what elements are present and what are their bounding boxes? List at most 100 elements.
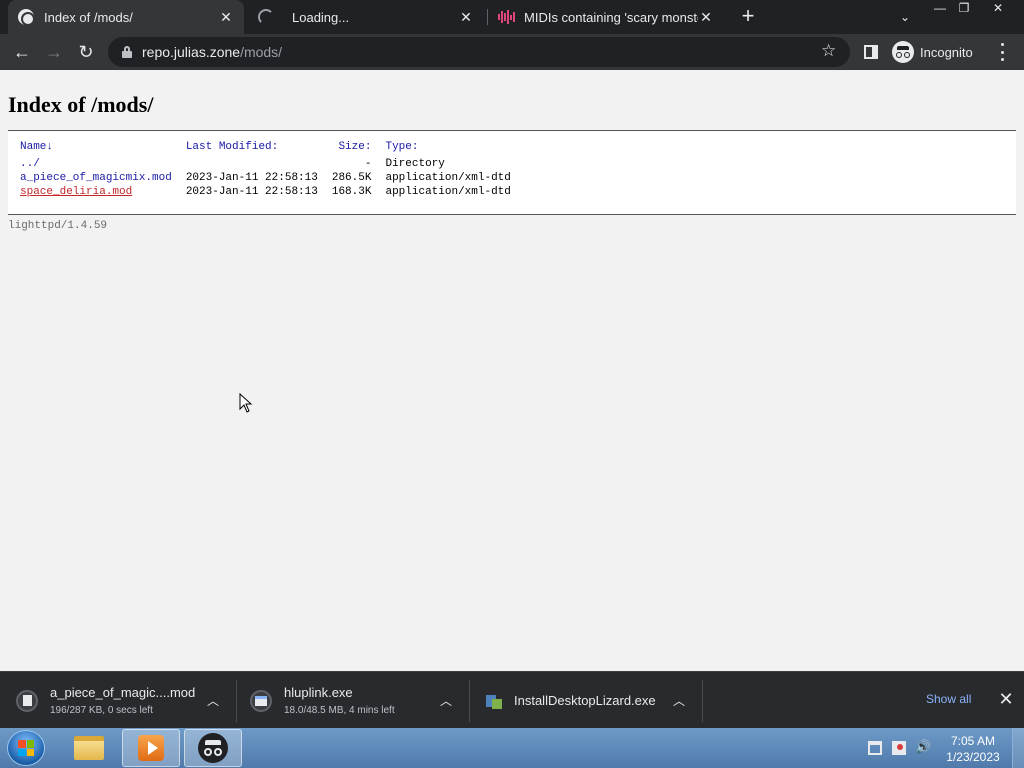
- forward-button[interactable]: →: [40, 38, 68, 66]
- server-signature: lighttpd/1.4.59: [8, 220, 108, 232]
- page-title: Index of /mods/: [8, 92, 154, 117]
- download-item[interactable]: InstallDesktopLizard.exe: [486, 672, 656, 729]
- close-window-button[interactable]: ✕: [986, 0, 1010, 18]
- reload-icon: ↻: [78, 41, 94, 62]
- reload-button[interactable]: ↻: [72, 38, 100, 66]
- address-url[interactable]: repo.julias.zone/mods/: [142, 44, 282, 60]
- volume-icon[interactable]: 🔊: [915, 739, 931, 754]
- arrow-right-icon: →: [45, 41, 63, 62]
- browser-toolbar: ← → ↻ repo.julias.zone/mods/ ☆ Incognito: [0, 34, 1024, 70]
- document-icon: [16, 689, 38, 712]
- start-button[interactable]: [7, 730, 45, 766]
- table-row: a_piece_of_magicmix.mod 2023-Jan-11 22:5…: [20, 171, 525, 185]
- table-row: ../ - Directory: [20, 157, 525, 171]
- show-all-downloads-link[interactable]: Show all: [926, 692, 971, 706]
- download-separator: [469, 680, 470, 722]
- clock-time: 7:05 AM: [950, 734, 996, 748]
- tab-strip: Index of /mods/ ✕ Loading... ✕ MIDIs con…: [0, 0, 1024, 34]
- side-panel-icon[interactable]: [864, 45, 878, 59]
- address-bar[interactable]: repo.julias.zone/mods/ ☆: [108, 37, 850, 67]
- column-header-type[interactable]: Type:: [385, 141, 524, 157]
- file-link[interactable]: ../: [20, 158, 40, 170]
- restore-button[interactable]: ❐: [952, 0, 976, 18]
- clock-date: 1/23/2023: [946, 750, 1000, 764]
- network-icon[interactable]: [868, 741, 882, 755]
- tab-title: MIDIs containing 'scary monsters: [524, 9, 698, 25]
- sort-by-size-link[interactable]: Size:: [338, 141, 371, 153]
- tab-title: Loading...: [292, 9, 350, 25]
- row-size: 168.3K: [331, 186, 372, 198]
- file-link[interactable]: space_deliria.mod: [20, 186, 132, 198]
- sort-by-modified-link[interactable]: Last Modified:: [186, 141, 278, 153]
- row-modified: [186, 157, 332, 171]
- download-options-chevron-icon[interactable]: ︿: [438, 692, 454, 708]
- download-options-chevron-icon[interactable]: ︿: [205, 692, 221, 708]
- tab-close-icon[interactable]: ✕: [218, 9, 234, 25]
- row-type: application/xml-dtd: [385, 186, 511, 198]
- row-size: -: [364, 158, 372, 170]
- window-app-icon: [250, 689, 272, 712]
- table-header-row: Name↓ Last Modified: Size: Type:: [20, 141, 525, 157]
- incognito-label: Incognito: [920, 44, 973, 60]
- row-modified: 2023-Jan-11 22:58:13: [185, 172, 318, 184]
- action-center-flag-icon[interactable]: [892, 741, 906, 755]
- back-button[interactable]: ←: [8, 38, 36, 66]
- loading-spinner-icon: [258, 9, 274, 25]
- folder-icon: [74, 736, 104, 760]
- incognito-icon: [198, 733, 228, 763]
- download-status: 196/287 KB, 0 secs left: [50, 705, 153, 716]
- minimize-button[interactable]: —: [928, 0, 952, 18]
- tab-close-icon[interactable]: ✕: [698, 9, 714, 25]
- directory-listing: Name↓ Last Modified: Size: Type: ../ - D…: [8, 130, 1016, 215]
- arrow-left-icon: ←: [13, 41, 31, 62]
- taskbar-explorer[interactable]: [60, 729, 118, 767]
- download-separator: [236, 680, 237, 722]
- taskbar-chrome-incognito[interactable]: [184, 729, 242, 767]
- download-filename: InstallDesktopLizard.exe: [514, 693, 656, 708]
- audio-wave-icon: [498, 10, 516, 24]
- close-download-shelf-icon[interactable]: ✕: [996, 689, 1016, 709]
- incognito-icon: [892, 41, 914, 63]
- installer-icon: [486, 693, 502, 709]
- download-item[interactable]: hluplink.exe 18.0/48.5 MB, 4 mins left: [250, 672, 395, 729]
- column-header-name[interactable]: Name↓: [20, 141, 186, 157]
- row-type: Directory: [385, 158, 445, 170]
- taskbar-media-player[interactable]: [122, 729, 180, 767]
- tab-title: Index of /mods/: [44, 9, 133, 25]
- lock-icon[interactable]: [122, 46, 132, 58]
- incognito-profile-button[interactable]: Incognito: [888, 38, 979, 66]
- download-options-chevron-icon[interactable]: ︿: [671, 692, 687, 708]
- tab-loading[interactable]: Loading... ✕: [248, 0, 484, 34]
- listing-table: Name↓ Last Modified: Size: Type: ../ - D…: [20, 141, 525, 199]
- row-size: 286.5K: [331, 172, 372, 184]
- sort-by-type-link[interactable]: Type:: [385, 141, 418, 153]
- url-path: /mods/: [240, 44, 283, 60]
- download-item[interactable]: a_piece_of_magic....mod 196/287 KB, 0 se…: [16, 672, 195, 729]
- bookmark-star-icon[interactable]: ☆: [821, 41, 836, 61]
- column-header-modified[interactable]: Last Modified:: [186, 141, 332, 157]
- download-status: 18.0/48.5 MB, 4 mins left: [284, 705, 395, 716]
- page-content: Index of /mods/ Name↓ Last Modified: Siz…: [0, 70, 1024, 671]
- download-separator: [702, 680, 703, 722]
- tab-midis[interactable]: MIDIs containing 'scary monsters ✕: [488, 0, 724, 34]
- show-desktop-button[interactable]: [1012, 728, 1024, 768]
- windows-taskbar: 🔊 7:05 AM 1/23/2023: [0, 728, 1024, 768]
- table-row: space_deliria.mod 2023-Jan-11 22:58:13 1…: [20, 185, 525, 199]
- file-link[interactable]: a_piece_of_magicmix.mod: [20, 172, 172, 184]
- download-filename: hluplink.exe: [284, 685, 353, 700]
- windows-logo-icon: [18, 740, 34, 756]
- tab-close-icon[interactable]: ✕: [458, 9, 474, 25]
- tab-index-of-mods[interactable]: Index of /mods/ ✕: [8, 0, 244, 34]
- new-tab-button[interactable]: +: [736, 5, 760, 29]
- download-shelf: a_piece_of_magic....mod 196/287 KB, 0 se…: [0, 671, 1024, 728]
- row-modified: 2023-Jan-11 22:58:13: [185, 186, 318, 198]
- column-header-size[interactable]: Size:: [332, 141, 386, 157]
- download-filename: a_piece_of_magic....mod: [50, 685, 196, 700]
- globe-icon: [18, 9, 35, 26]
- row-type: application/xml-dtd: [385, 172, 511, 184]
- browser-menu-icon[interactable]: [994, 43, 1010, 61]
- tab-search-button[interactable]: ⌄: [893, 6, 917, 28]
- sort-by-name-link[interactable]: Name↓: [20, 141, 53, 153]
- system-clock[interactable]: 7:05 AM 1/23/2023: [936, 733, 1010, 765]
- media-player-icon: [138, 735, 164, 761]
